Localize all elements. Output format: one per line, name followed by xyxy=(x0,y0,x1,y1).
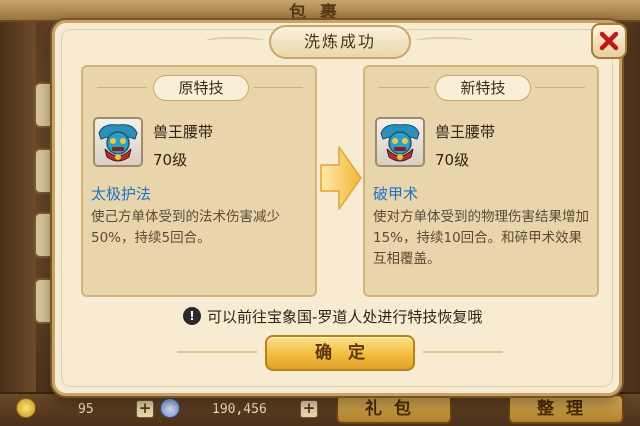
button-flourish-left xyxy=(177,351,257,353)
new-skill-panel: 新特技 兽王腰带 70级 破甲术 使对方单体受到的物理伤害结果增加15%，持续1… xyxy=(363,65,599,297)
original-skill-header: 原特技 xyxy=(153,75,249,101)
item-name: 兽王腰带 xyxy=(435,123,496,141)
right-arrow-icon xyxy=(320,146,362,210)
coin-icon xyxy=(16,398,36,418)
left-panel-strip xyxy=(0,22,36,392)
close-x-icon xyxy=(599,31,619,51)
new-skill-description: 使对方单体受到的物理伤害结果增加15%，持续10回合。和碎甲术效果互相覆盖。 xyxy=(373,209,589,267)
sort-button[interactable]: 整理 xyxy=(508,394,624,424)
item-name: 兽王腰带 xyxy=(153,123,214,141)
item-level: 70级 xyxy=(435,151,470,169)
new-skill-name: 破甲术 xyxy=(373,185,419,203)
beast-king-belt-icon xyxy=(93,117,143,167)
add-coin-button[interactable]: + xyxy=(136,400,154,418)
new-skill-header: 新特技 xyxy=(435,75,531,101)
gem-icon xyxy=(160,398,180,418)
header-divider xyxy=(535,87,585,88)
item-level: 70级 xyxy=(153,151,188,169)
header-divider xyxy=(379,87,429,88)
bottom-bar: 95 + 190,456 + 礼包 整理 xyxy=(0,392,640,426)
gem-count: 190,456 xyxy=(212,402,267,417)
refine-result-dialog: 洗炼成功 原特技 兽王腰带 70级 太极护法 使己方单体受到的法术伤害减少50%… xyxy=(52,20,627,396)
header-divider xyxy=(253,87,303,88)
beast-king-belt-icon xyxy=(375,117,425,167)
title-flourish-left xyxy=(205,37,265,45)
header-divider xyxy=(97,87,147,88)
dialog-title: 洗炼成功 xyxy=(269,25,411,59)
exclamation-icon: ! xyxy=(183,307,201,325)
coin-count: 95 xyxy=(78,402,94,417)
confirm-button[interactable]: 确定 xyxy=(265,335,415,371)
bag-title: 包裹 xyxy=(289,3,351,23)
original-skill-description: 使己方单体受到的法术伤害减少50%，持续5回合。 xyxy=(91,209,280,246)
title-flourish-right xyxy=(415,37,475,45)
original-skill-name: 太极护法 xyxy=(91,185,152,203)
restore-hint: 可以前往宝象国-罗道人处进行特技恢复哦 xyxy=(207,308,483,326)
gift-pack-button[interactable]: 礼包 xyxy=(336,394,452,424)
add-gem-button[interactable]: + xyxy=(300,400,318,418)
original-skill-panel: 原特技 兽王腰带 70级 太极护法 使己方单体受到的法术伤害减少50%，持续5回… xyxy=(81,65,317,297)
button-flourish-right xyxy=(423,351,503,353)
close-button[interactable] xyxy=(591,23,627,59)
bag-top-bar: 包裹 xyxy=(0,0,640,23)
